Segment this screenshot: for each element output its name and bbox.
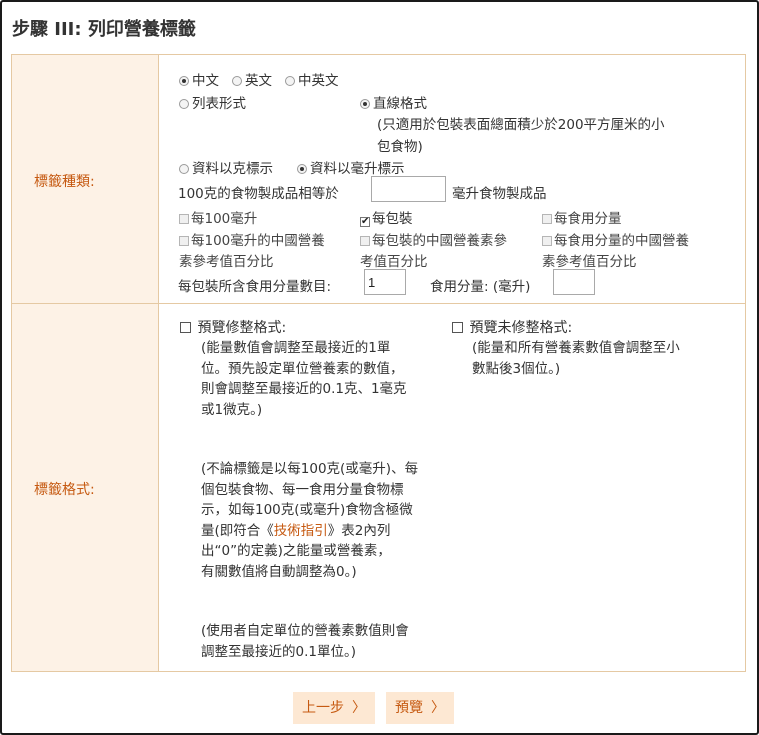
nrv-perpack-line2: 考值百分比 bbox=[360, 254, 428, 270]
equiv-ml-input[interactable] bbox=[371, 176, 446, 202]
checkbox-disabled-icon[interactable] bbox=[179, 236, 189, 246]
radio-unchecked-icon[interactable] bbox=[179, 99, 189, 109]
preview-button[interactable]: 預覽〉 bbox=[386, 692, 454, 724]
equiv-suffix-text: 毫升食物製成品 bbox=[452, 186, 547, 202]
rounded-description: (能量數值會調整至最接近的1單 位。預先設定單位營養素的數值， 則會調整至最接近… bbox=[201, 340, 407, 418]
options-panel: 標籤種類: 中文 英文 中英文 列表形式 直線格式 (只適用於包裝表面總面積少於… bbox=[11, 54, 746, 672]
linear-note-line1: (只適用於包裝表面總面積少於200平方厘米的小 bbox=[377, 117, 665, 133]
chevron-right-icon: 〉 bbox=[352, 700, 366, 716]
chevron-right-icon: 〉 bbox=[431, 700, 445, 716]
nrv-perpack-option[interactable]: 每包裝的中國營養素參 bbox=[360, 229, 507, 249]
technical-guidance-link[interactable]: 技術指引 bbox=[274, 523, 328, 539]
label-type-row: 標籤種類: 中文 英文 中英文 列表形式 直線格式 (只適用於包裝表面總面積少於… bbox=[12, 55, 745, 304]
checkbox-disabled-icon[interactable] bbox=[542, 236, 552, 246]
page-title: 步驟 III: 列印營養標籤 bbox=[12, 19, 196, 40]
servings-input[interactable] bbox=[364, 269, 406, 295]
layout-linear-option[interactable]: 直線格式 bbox=[360, 92, 427, 112]
label-type-cell: 標籤種類: bbox=[12, 55, 159, 303]
per100ml-option[interactable]: 每100毫升 bbox=[179, 207, 257, 227]
unrounded-preview-option[interactable]: 預覽未修整格式: bbox=[452, 317, 572, 337]
checkbox-unchecked-icon[interactable] bbox=[180, 322, 191, 333]
custom-unit-description: (使用者自定單位的營養素數值則會 調整至最接近的0.1單位。) bbox=[201, 623, 409, 660]
unit-gram-option[interactable]: 資料以克標示 bbox=[179, 157, 273, 177]
perpack-option[interactable]: ✔ 每包裝 bbox=[360, 207, 413, 227]
serving-size-label: 食用分量: (毫升) bbox=[430, 279, 531, 295]
zero-rule-description: (不論標籤是以每100克(或毫升)、每 個包裝食物、每一食用分量食物標 示，如每… bbox=[201, 461, 419, 580]
checkbox-disabled-icon[interactable] bbox=[360, 236, 370, 246]
unit-ml-option[interactable]: 資料以毫升標示 bbox=[297, 157, 405, 177]
lang-bilingual-option[interactable]: 中英文 bbox=[285, 69, 339, 89]
unrounded-description: (能量和所有營養素數值會調整至小 數點後3個位。) bbox=[472, 340, 680, 377]
nrv-perserving-line2: 素參考值百分比 bbox=[542, 254, 637, 270]
step-frame: 步驟 III: 列印營養標籤 標籤種類: 中文 英文 中英文 列表形式 直線格式 bbox=[0, 0, 759, 735]
rounded-preview-option[interactable]: 預覽修整格式: bbox=[180, 317, 286, 337]
nrv-perserving-option[interactable]: 每食用分量的中國營養 bbox=[542, 229, 689, 249]
label-format-heading: 標籤格式: bbox=[34, 482, 95, 498]
equiv-prefix-text: 100克的食物製成品相等於 bbox=[178, 186, 339, 202]
radio-checked-icon[interactable] bbox=[179, 76, 189, 86]
checkbox-disabled-icon[interactable] bbox=[179, 214, 189, 224]
radio-checked-icon[interactable] bbox=[297, 164, 307, 174]
layout-list-option[interactable]: 列表形式 bbox=[179, 92, 246, 112]
label-type-heading: 標籤種類: bbox=[34, 174, 95, 190]
nrv-per100ml-line2: 素參考值百分比 bbox=[179, 254, 274, 270]
radio-unchecked-icon[interactable] bbox=[285, 76, 295, 86]
serving-size-input[interactable] bbox=[553, 269, 595, 295]
radio-checked-icon[interactable] bbox=[360, 99, 370, 109]
lang-english-option[interactable]: 英文 bbox=[232, 69, 272, 89]
checkbox-unchecked-icon[interactable] bbox=[452, 322, 463, 333]
label-format-row: 標籤格式: 預覽修整格式: (能量數值會調整至最接近的1單 位。預先設定單位營養… bbox=[12, 304, 745, 671]
lang-chinese-option[interactable]: 中文 bbox=[179, 69, 219, 89]
nrv-per100ml-option[interactable]: 每100毫升的中國營養 bbox=[179, 229, 325, 249]
checkbox-checked-icon[interactable]: ✔ bbox=[360, 217, 370, 227]
checkbox-disabled-icon[interactable] bbox=[542, 214, 552, 224]
perserving-option[interactable]: 每食用分量 bbox=[542, 207, 622, 227]
radio-unchecked-icon[interactable] bbox=[179, 164, 189, 174]
radio-unchecked-icon[interactable] bbox=[232, 76, 242, 86]
linear-note-line2: 包食物) bbox=[377, 139, 423, 155]
prev-step-button[interactable]: 上一步〉 bbox=[293, 692, 375, 724]
servings-label: 每包裝所含食用分量數目: bbox=[178, 279, 332, 295]
label-format-cell: 標籤格式: bbox=[12, 304, 159, 671]
